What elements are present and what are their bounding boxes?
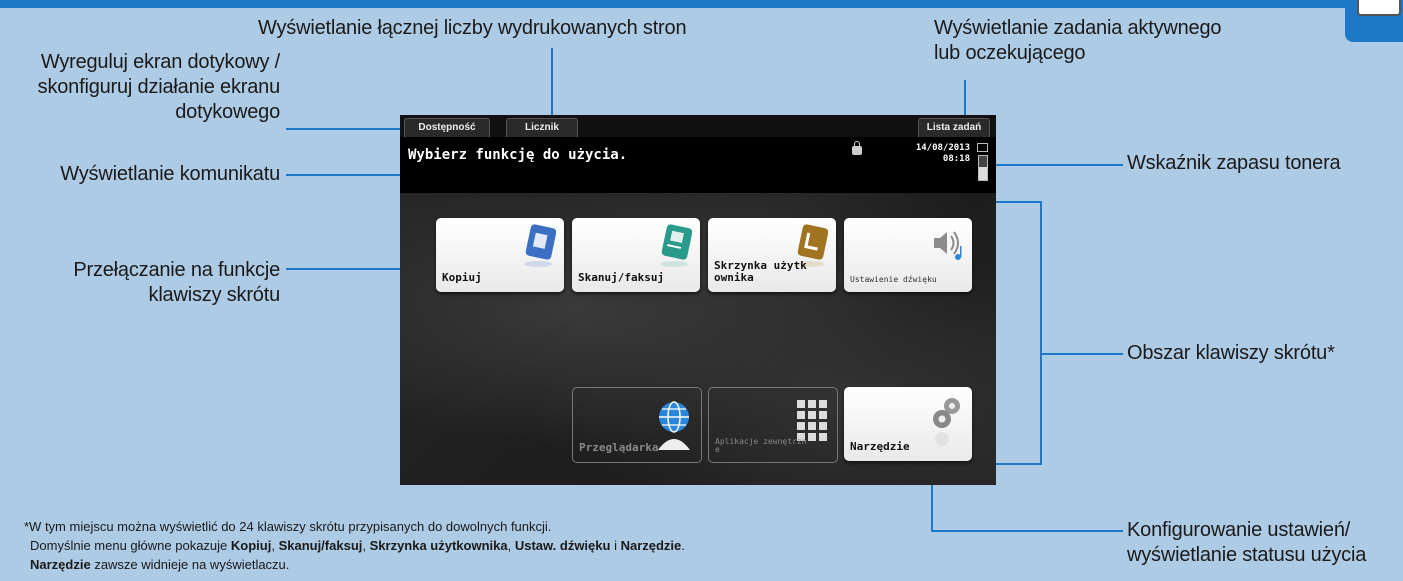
callout-settings: Konfigurowanie ustawień/ wyświetlanie st…: [1127, 519, 1367, 566]
screen-message: Wybierz funkcję do użycia.: [408, 147, 628, 163]
leader-line: [996, 164, 1123, 166]
toner-gauge: [978, 155, 988, 181]
scan-fax-icon: [660, 224, 692, 267]
shortcut-key-label: Aplikacje zewnętrzne: [715, 437, 807, 454]
shortcut-key-external-apps[interactable]: Aplikacje zewnętrzne: [708, 387, 838, 463]
callout-toner: Wskaźnik zapasu tonera: [1127, 152, 1341, 174]
shortcut-key-utility[interactable]: Narzędzie: [844, 387, 972, 461]
shortcut-key-label: Narzędzie: [850, 440, 910, 453]
page-corner-tab: [1345, 0, 1403, 42]
shortcut-key-copy[interactable]: Kopiuj: [436, 218, 564, 292]
leader-line: [1040, 353, 1123, 355]
date-time: 14/08/2013 08:18: [915, 143, 970, 164]
footnote-line: Domyślnie menu główne pokazuje Kopiuj, S…: [30, 538, 685, 553]
shortcut-key-label: Przeglądarka: [579, 441, 659, 454]
copy-icon: [524, 224, 556, 267]
shortcut-key-browser[interactable]: Przeglądarka: [572, 387, 702, 463]
callout-counter: Wyświetlanie łącznej liczby wydrukowanyc…: [258, 17, 687, 39]
sound-icon: [934, 231, 962, 260]
screen-tab-bar: Dostępność Licznik Lista zadań: [400, 115, 996, 137]
callout-message: Wyświetlanie komunikatu: [60, 163, 280, 185]
toner-level-fill: [979, 166, 987, 180]
footnote: *W tym miejscu można wyświetlić do 24 kl…: [24, 519, 685, 572]
leader-line: [551, 48, 553, 120]
callout-adjust-touchscreen: Wyreguluj ekran dotykowy / skonfiguruj d…: [37, 51, 281, 123]
toner-icon: [977, 143, 988, 152]
message-bar: Wybierz funkcję do użycia. 14/08/2013 08…: [400, 137, 996, 193]
leader-line: [931, 530, 1123, 532]
leader-line: [286, 128, 404, 130]
leader-line: [964, 80, 966, 120]
tab-counter[interactable]: Licznik: [506, 118, 578, 137]
callout-job: Wyświetlanie zadania aktywnego lub oczek…: [934, 17, 1222, 64]
shortcut-key-label: Skrzynka użytkownika: [714, 259, 807, 284]
lock-icon: [852, 141, 862, 155]
bracket-line: [1040, 201, 1042, 465]
callout-shortcut-switch: Przełączanie na funkcje klawiszy skrótu: [73, 259, 280, 306]
top-accent-bar: [0, 0, 1403, 8]
shortcut-key-scan-fax[interactable]: Skanuj/faksuj: [572, 218, 700, 292]
touch-panel-screen: Dostępność Licznik Lista zadań Wybierz f…: [400, 115, 996, 485]
shortcut-key-label: Skanuj/faksuj: [578, 271, 665, 284]
callout-shortcut-area: Obszar klawiszy skrótu*: [1127, 342, 1335, 364]
tab-job-list[interactable]: Lista zadań: [918, 118, 990, 137]
tab-accessibility[interactable]: Dostępność: [404, 118, 490, 137]
shortcut-key-label: Ustawienie dźwięku: [850, 275, 937, 284]
leader-line: [286, 174, 400, 176]
footnote-line: Narzędzie zawsze widnieje na wyświetlacz…: [30, 557, 290, 572]
shortcut-key-sound[interactable]: Ustawienie dźwięku: [844, 218, 972, 292]
shortcut-key-label: Kopiuj: [442, 271, 482, 284]
shortcut-key-user-box[interactable]: Skrzynka użytkownika: [708, 218, 836, 292]
gear-icon: [933, 398, 960, 446]
